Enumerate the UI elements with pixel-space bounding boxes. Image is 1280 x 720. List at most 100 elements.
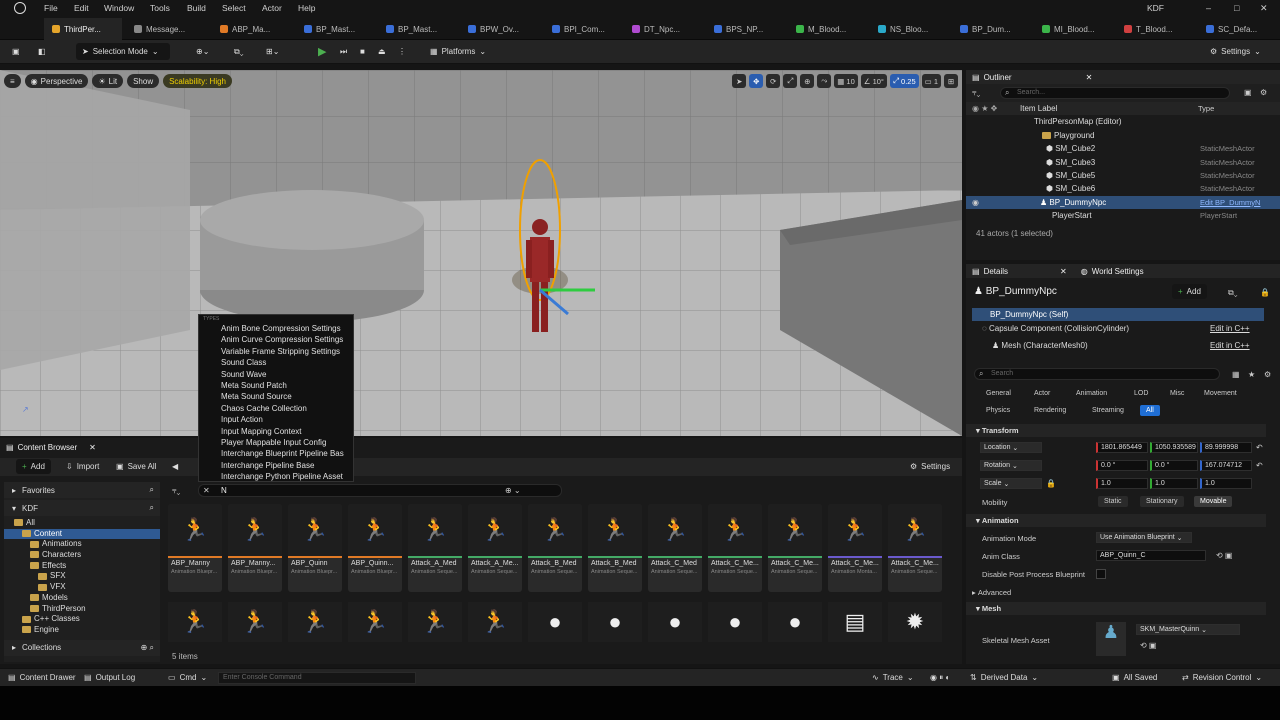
add-button[interactable]: + Add [16,459,51,474]
add-filter-icon[interactable]: ⊕ ⌄ [505,486,521,495]
tab-details[interactable]: Details [984,267,1008,276]
asset-tile[interactable]: 🏃 ABP_Manny Animation Bluepr... [168,504,222,592]
rotate-icon[interactable]: ⟳ [766,74,781,88]
world-local-icon[interactable]: ⊕ [800,74,815,88]
content-browser-tab[interactable]: ▤ Content Browser ✕ [0,440,96,454]
step-button[interactable]: ⏭ [334,43,353,60]
close-window-icon[interactable]: ✕ [1260,3,1268,14]
component-self[interactable]: BP_DummyNpc (Self) [972,308,1264,321]
tab-sc-defa[interactable]: SC_Defa... [1198,18,1278,40]
outliner-row[interactable]: ⬢ SM_Cube2 StaticMeshActor [966,142,1280,155]
scale-icon[interactable]: ⤢ [783,74,798,88]
tab-message[interactable]: Message... [126,18,206,40]
surface-snap-icon[interactable]: ⤳ [817,74,832,88]
tab-mi-blood[interactable]: MI_Blood... [1034,18,1114,40]
anim-mode-dropdown[interactable]: Use Animation Blueprint ⌄ [1096,532,1192,543]
viewport-menu-button[interactable]: ≡ [4,74,21,88]
play-button[interactable]: ▶ [312,43,332,60]
skeletal-mesh-thumbnail[interactable]: ♟ [1096,622,1126,656]
tree-item-models[interactable]: Models [4,593,160,604]
tree-item-sfx[interactable]: SFX [4,571,160,582]
collections-header[interactable]: ▸ Collections ⊕ ⌕ [4,639,160,656]
blueprint-options-icon[interactable]: ⧉⌄ [1228,288,1238,298]
component-mesh[interactable]: ♟ Mesh (CharacterMesh0) Edit in C++ [992,341,1262,350]
tab-bpi-com[interactable]: BPI_Com... [544,18,624,40]
tree-item-engine[interactable]: Engine [4,625,160,636]
scale-z-field[interactable]: 1.0 [1200,478,1252,489]
revision-control-button[interactable]: ⇄ Revision Control ⌄ [1182,673,1262,682]
browse-icon[interactable]: ⟲ ▣ [1140,641,1156,650]
asset-tile[interactable]: 🏃 Attack_C_Me... Animation Monta... [828,504,882,592]
gear-icon[interactable]: ⚙ [1264,370,1271,379]
outliner-row[interactable]: ⬢ SM_Cube5 StaticMeshActor [966,169,1280,182]
anim-sequence-icon[interactable]: 🏃 [168,602,222,642]
skeleton-head-icon[interactable]: ● [648,602,702,642]
dropdown-item[interactable]: Meta Sound Source [199,391,353,402]
menu-tools[interactable]: Tools [150,3,170,13]
anim-sequence-icon[interactable]: 🏃 [228,602,282,642]
kdf-header[interactable]: ▾ KDF ⌕ [4,500,160,516]
gear-icon[interactable]: ⚙ [1260,88,1267,97]
grid-snap-button[interactable]: ▦ 10 [834,74,858,88]
skeleton-head-icon[interactable]: ● [528,602,582,642]
anim-sequence-icon[interactable]: 🏃 [348,602,402,642]
asset-tile[interactable]: 🏃 Attack_B_Med Animation Seque... [528,504,582,592]
tree-item-vfx[interactable]: VFX [4,582,160,593]
dropdown-item[interactable]: Interchange Blueprint Pipeline Bas [199,448,353,459]
menu-file[interactable]: File [44,3,58,13]
skeleton-head-icon[interactable]: ● [708,602,762,642]
dropdown-item[interactable]: Player Mappable Input Config [199,437,353,448]
scale-dropdown[interactable]: Scale ⌄ [980,478,1042,489]
filter-chip-all[interactable]: All [1140,405,1160,416]
save-all-button[interactable]: ▣ Save All [110,459,162,474]
outliner-row[interactable]: ⬢ SM_Cube6 StaticMeshActor [966,182,1280,195]
table-view-icon[interactable]: ▦ [1232,370,1240,379]
filter-chip-streaming[interactable]: Streaming [1086,405,1130,416]
blueprint-menu-button[interactable]: ⧉⌄ [228,43,250,60]
tab-ns-bloo[interactable]: NS_Bloo... [870,18,950,40]
advanced-row[interactable]: ▸ Advanced [972,588,1011,597]
physics-asset-icon[interactable]: ✹ [888,602,942,642]
cinematics-button[interactable]: ⊞⌄ [260,43,285,60]
lock-icon[interactable]: 🔒 [1046,479,1056,488]
column-item-label[interactable]: Item Label [1020,102,1057,115]
tree-item-effects[interactable]: Effects [4,561,160,572]
translate-icon[interactable]: ✥ [749,74,764,88]
details-search-input[interactable]: ⌕ Search [974,368,1220,380]
edit-blueprint-link[interactable]: Edit BP_DummyN [1200,196,1260,209]
asset-tile[interactable]: 🏃 Attack_A_Med Animation Seque... [408,504,462,592]
close-icon[interactable]: ✕ [1060,267,1067,276]
skeletal-mesh-dropdown[interactable]: SKM_MasterQuinn ⌄ [1136,624,1240,635]
tree-item-all[interactable]: All [4,518,160,529]
outliner-row[interactable]: Playground [966,129,1280,142]
edit-cpp-link[interactable]: Edit in C++ [1210,341,1250,350]
filter-chip-general[interactable]: General [980,388,1017,399]
search-icon[interactable]: ⌕ [150,485,154,495]
location-dropdown[interactable]: Location ⌄ [980,442,1042,453]
cmd-dropdown[interactable]: ▭ Cmd ⌄ [168,673,207,682]
scale-snap-button[interactable]: ⤢ 0.25 [889,74,919,88]
location-y-field[interactable]: 1050.935589 [1150,442,1198,453]
dropdown-item[interactable]: Variable Frame Stripping Settings [199,346,353,357]
dropdown-item[interactable]: Interchange Python Pipeline Asset [199,471,353,482]
add-actor-button[interactable]: ⊕⌄ [190,43,215,60]
search-icon[interactable]: ⌕ [150,503,154,513]
rotation-dropdown[interactable]: Rotation ⌄ [980,460,1042,471]
section-mesh[interactable]: ▾ Mesh [966,602,1266,615]
console-input[interactable]: Enter Console Command [218,672,416,684]
filter-chip-rendering[interactable]: Rendering [1028,405,1072,416]
dropdown-item[interactable]: Input Action [199,414,353,425]
tab-abp-ma[interactable]: ABP_Ma... [212,18,292,40]
tree-item-animations[interactable]: Animations [4,539,160,550]
menu-window[interactable]: Window [104,3,134,13]
tree-item-content[interactable]: Content [4,528,160,540]
filter-icon[interactable]: ⫧⌄ [172,486,180,496]
add-folder-icon[interactable]: ▣ [1244,88,1252,97]
rotation-z-field[interactable]: 167.074712 [1200,460,1252,471]
tab-world-settings[interactable]: World Settings [1092,267,1144,276]
component-capsule[interactable]: ◌ Capsule Component (CollisionCylinder) E… [982,324,1262,333]
trace-dropdown[interactable]: ∿ Trace ⌄ [872,673,914,682]
asset-tile[interactable]: 🏃 Attack_A_Me... Animation Seque... [468,504,522,592]
tab-bps-np[interactable]: BPS_NP... [706,18,786,40]
maximize-icon[interactable]: □ [1234,3,1239,13]
